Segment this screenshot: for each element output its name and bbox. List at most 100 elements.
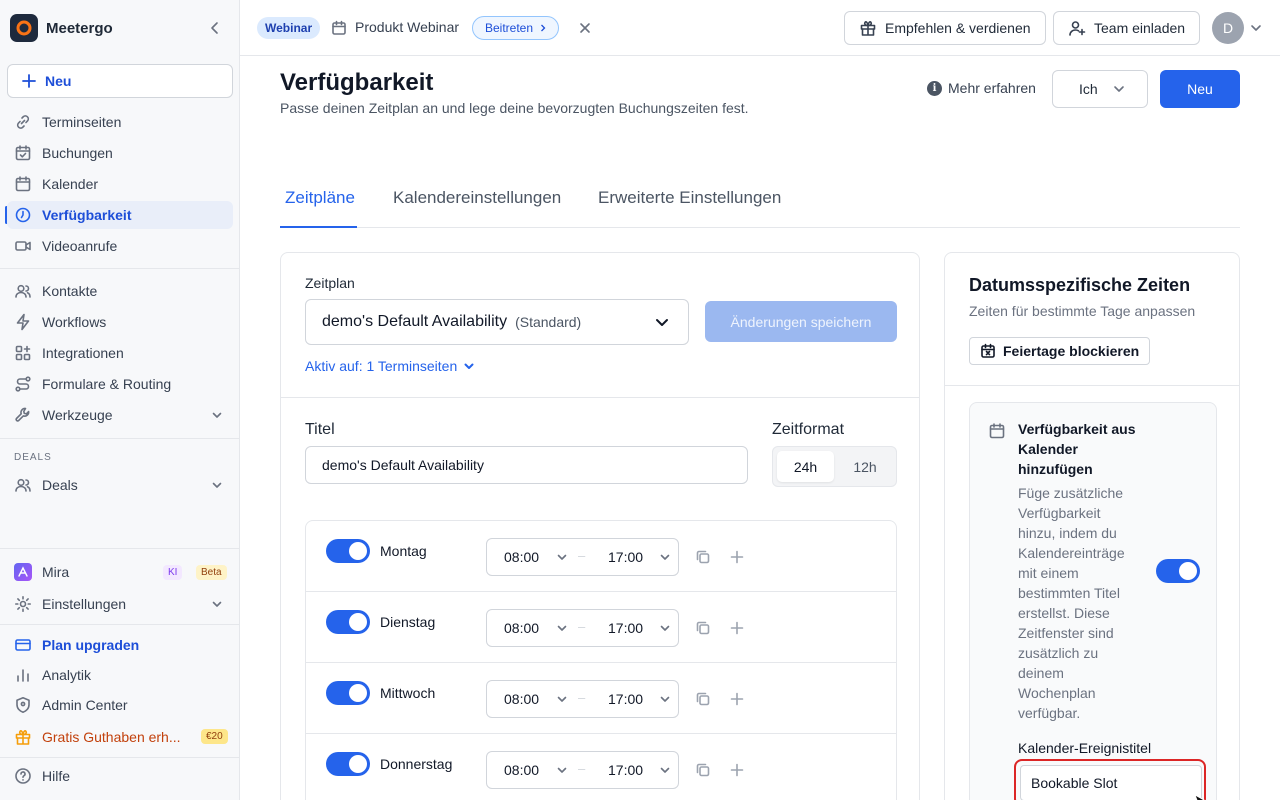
new-button[interactable]: Neu: [7, 64, 233, 98]
sidebar-item-label: Formulare & Routing: [42, 376, 172, 392]
sidebar-item-credit[interactable]: Gratis Guthaben erh... €20: [7, 723, 233, 751]
mouse-cursor-icon: [1194, 794, 1205, 800]
sidebar-item-buchungen[interactable]: Buchungen: [7, 139, 233, 167]
day-toggle[interactable]: [326, 681, 370, 705]
video-icon: [15, 241, 31, 251]
end-time[interactable]: 17:00: [608, 762, 643, 778]
day-name: Montag: [380, 543, 427, 559]
active-on-label: Aktiv auf: 1 Terminseiten: [305, 358, 458, 374]
sidebar-item-hilfe[interactable]: Hilfe: [7, 762, 233, 790]
calendar-availability-toggle[interactable]: [1156, 559, 1200, 583]
plus-icon[interactable]: [729, 691, 745, 707]
plus-icon[interactable]: [729, 620, 745, 636]
calendar-icon: [15, 176, 31, 192]
chevron-down-icon[interactable]: [556, 622, 568, 634]
sidebar-item-verfuegbarkeit[interactable]: Verfügbarkeit: [7, 201, 233, 229]
title-input[interactable]: demo's Default Availability: [305, 446, 748, 484]
chevron-down-icon[interactable]: [659, 693, 671, 705]
avatar[interactable]: D: [1212, 12, 1244, 44]
day-name: Mittwoch: [380, 685, 436, 701]
new-button-label: Neu: [45, 73, 72, 89]
chevron-down-icon[interactable]: [659, 551, 671, 563]
end-time[interactable]: 17:00: [608, 620, 643, 636]
format-24h-option[interactable]: 24h: [777, 451, 834, 482]
time-separator: –: [578, 619, 586, 634]
info-icon: i: [927, 80, 942, 96]
event-title-label: Kalender-Ereignistitel: [1018, 740, 1152, 756]
plus-icon[interactable]: [729, 762, 745, 778]
day-toggle[interactable]: [326, 752, 370, 776]
event-title: Produkt Webinar: [355, 19, 460, 35]
refer-button[interactable]: Empfehlen & verdienen: [844, 11, 1046, 45]
chevron-down-icon: [212, 412, 222, 418]
chevron-down-icon[interactable]: [556, 551, 568, 563]
start-time[interactable]: 08:00: [504, 691, 539, 707]
schedule-label: Zeitplan: [305, 275, 355, 291]
users-icon: [15, 284, 31, 298]
copy-icon[interactable]: [695, 691, 711, 707]
sidebar-item-analytik[interactable]: Analytik: [7, 661, 233, 689]
format-12h-option[interactable]: 12h: [841, 451, 889, 482]
sidebar-item-deals[interactable]: Deals: [7, 471, 233, 499]
learn-more-link[interactable]: i Mehr erfahren: [927, 80, 1036, 96]
event-title-input[interactable]: Bookable Slot: [1020, 765, 1202, 800]
copy-icon[interactable]: [695, 762, 711, 778]
sidebar-item-label: Buchungen: [42, 145, 113, 161]
chevron-down-icon[interactable]: [556, 764, 568, 776]
schedule-select[interactable]: demo's Default Availability (Standard): [305, 299, 689, 345]
chevron-down-icon[interactable]: [659, 764, 671, 776]
active-on-link[interactable]: Aktiv auf: 1 Terminseiten: [305, 358, 475, 374]
mira-icon: [14, 563, 32, 581]
block-holidays-button[interactable]: Feiertage blockieren: [969, 337, 1151, 365]
day-toggle[interactable]: [326, 539, 370, 563]
sidebar-item-kalender[interactable]: Kalender: [7, 170, 233, 198]
sidebar-item-kontakte[interactable]: Kontakte: [7, 277, 233, 305]
date-specific-title: Datumsspezifische Zeiten: [969, 275, 1191, 295]
sidebar-item-werkzeuge[interactable]: Werkzeuge: [7, 401, 233, 429]
sidebar-item-integrationen[interactable]: Integrationen: [7, 339, 233, 367]
join-button[interactable]: Beitreten: [472, 16, 560, 40]
save-changes-button[interactable]: Änderungen speichern: [705, 301, 897, 342]
sidebar-item-einstellungen[interactable]: Einstellungen: [7, 590, 233, 618]
sidebar-item-formulare[interactable]: Formulare & Routing: [7, 370, 233, 398]
plus-icon: [22, 74, 36, 88]
chevron-down-icon[interactable]: [1249, 21, 1263, 35]
copy-icon[interactable]: [695, 620, 711, 636]
plus-icon[interactable]: [729, 549, 745, 565]
sidebar-item-terminseiten[interactable]: Terminseiten: [7, 108, 233, 136]
clock-icon: [15, 207, 31, 223]
new-schedule-button[interactable]: Neu: [1160, 70, 1240, 108]
collapse-sidebar-icon[interactable]: [206, 19, 224, 37]
start-time[interactable]: 08:00: [504, 549, 539, 565]
end-time[interactable]: 17:00: [608, 549, 643, 565]
tab-erweiterte-einstellungen[interactable]: Erweiterte Einstellungen: [598, 188, 781, 208]
start-time[interactable]: 08:00: [504, 762, 539, 778]
time-range: 08:00 – 17:00: [486, 751, 679, 789]
time-range: 08:00 – 17:00: [486, 680, 679, 718]
brand[interactable]: Meetergo: [10, 13, 113, 43]
day-toggle[interactable]: [326, 610, 370, 634]
chevron-down-icon: [464, 363, 474, 369]
owner-select-value: Ich: [1079, 81, 1098, 97]
time-format-label: Zeitformat: [772, 421, 845, 438]
chevron-down-icon[interactable]: [659, 622, 671, 634]
link-icon: [16, 115, 30, 129]
chevron-down-icon[interactable]: [556, 693, 568, 705]
sidebar-item-workflows[interactable]: Workflows: [7, 308, 233, 336]
sidebar-item-label: Mira: [42, 564, 70, 580]
end-time[interactable]: 17:00: [608, 691, 643, 707]
sidebar-item-upgrade[interactable]: Plan upgraden: [7, 631, 233, 659]
sidebar-item-videoanrufe[interactable]: Videoanrufe: [7, 232, 233, 260]
sidebar-item-label: Hilfe: [42, 768, 71, 784]
start-time[interactable]: 08:00: [504, 620, 539, 636]
owner-select[interactable]: Ich: [1052, 70, 1148, 108]
sidebar-item-mira[interactable]: Mira KI Beta: [7, 558, 233, 586]
invite-team-button[interactable]: Team einladen: [1053, 11, 1201, 45]
close-icon[interactable]: [578, 21, 592, 35]
copy-icon[interactable]: [695, 549, 711, 565]
sidebar-item-admin[interactable]: Admin Center: [7, 691, 233, 719]
refer-button-label: Empfehlen & verdienen: [885, 20, 1031, 36]
tab-zeitplaene[interactable]: Zeitpläne: [285, 188, 355, 208]
sidebar-item-label: Deals: [42, 477, 78, 493]
tab-kalendereinstellungen[interactable]: Kalendereinstellungen: [393, 188, 561, 208]
